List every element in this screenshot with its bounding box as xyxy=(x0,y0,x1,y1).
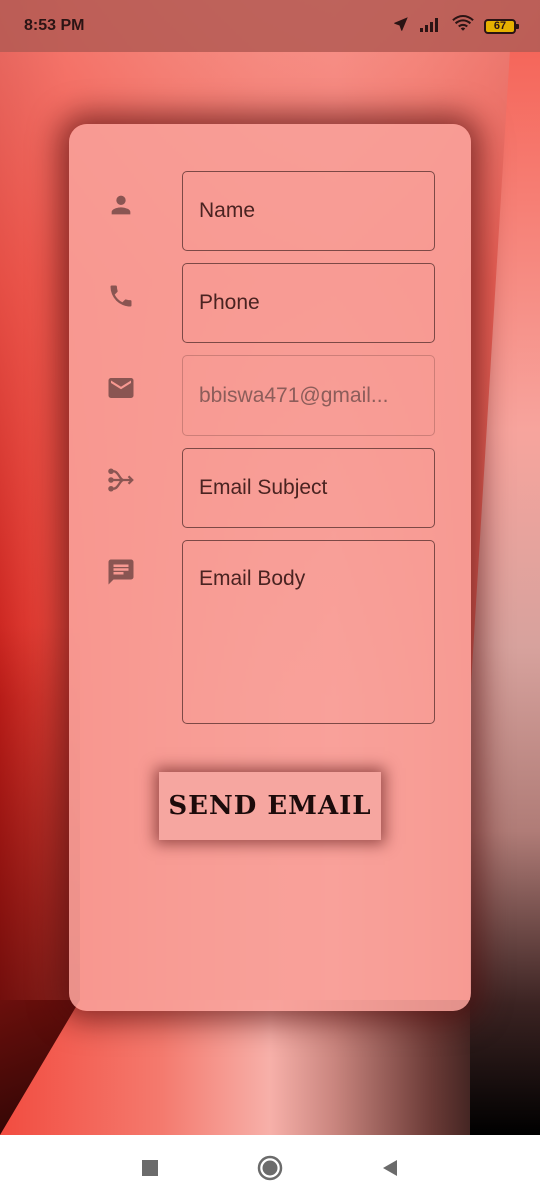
status-time: 8:53 PM xyxy=(24,17,85,34)
subject-icon xyxy=(105,464,137,496)
recents-square-icon[interactable] xyxy=(130,1148,170,1188)
mail-icon xyxy=(105,372,137,404)
location-arrow-icon xyxy=(392,15,410,38)
battery-icon: 67 xyxy=(484,18,519,34)
email-field: bbiswa471@gmail... xyxy=(182,355,435,436)
wifi-icon xyxy=(452,14,474,38)
back-triangle-icon[interactable] xyxy=(370,1148,410,1188)
phone-field[interactable]: Phone xyxy=(182,263,435,343)
message-icon xyxy=(105,556,137,588)
phone-field-placeholder: Phone xyxy=(199,291,260,314)
send-email-button[interactable]: SEND EMAIL xyxy=(159,772,381,840)
email-body-field[interactable]: Email Body xyxy=(182,540,435,724)
send-email-label: SEND EMAIL xyxy=(168,791,372,821)
name-field[interactable]: Name xyxy=(182,171,435,251)
status-icons: 67 xyxy=(392,14,519,38)
email-subject-field[interactable]: Email Subject xyxy=(182,448,435,528)
signal-icon xyxy=(420,16,442,37)
status-bar: 8:53 PM 67 xyxy=(0,0,540,52)
email-body-placeholder: Email Body xyxy=(199,567,306,590)
home-circle-icon[interactable] xyxy=(250,1148,290,1188)
navigation-bar xyxy=(0,1135,540,1200)
person-icon xyxy=(105,189,137,221)
background-bottom-band xyxy=(0,1000,540,1135)
phone-icon xyxy=(105,280,137,312)
contact-form-card: Name Phone bbiswa471@gmail... Email Subj… xyxy=(69,124,471,1011)
name-field-placeholder: Name xyxy=(199,199,256,222)
email-subject-placeholder: Email Subject xyxy=(199,476,328,499)
email-field-value: bbiswa471@gmail... xyxy=(199,383,389,407)
